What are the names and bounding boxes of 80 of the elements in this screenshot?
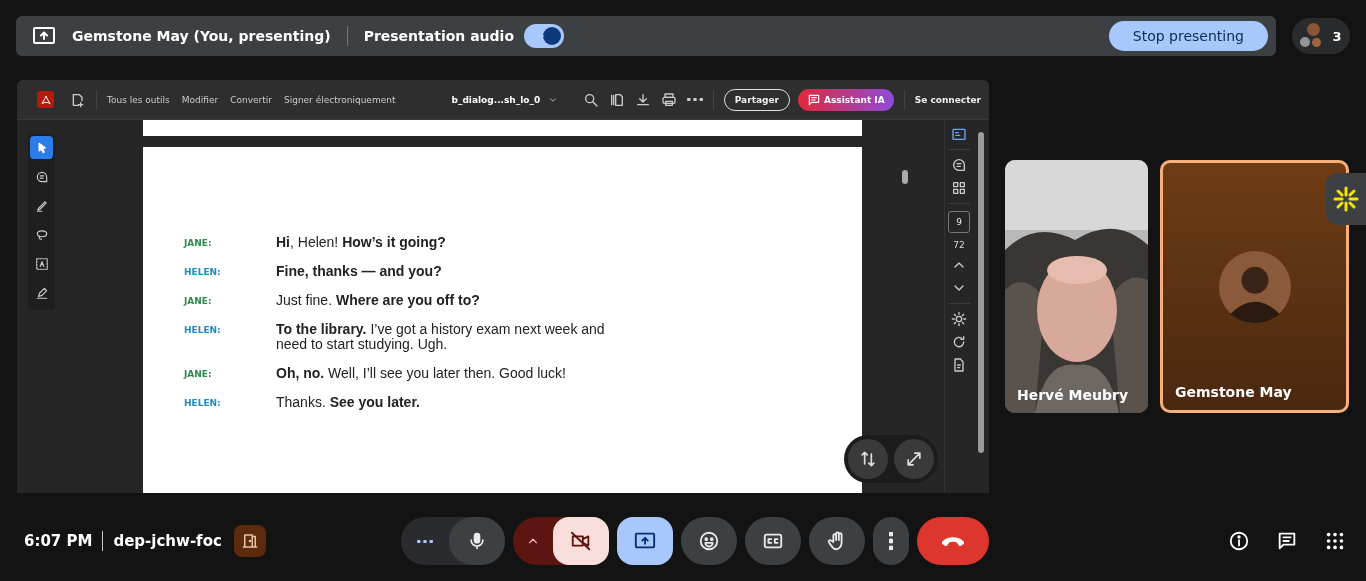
clock-time: 6:07 PM — [24, 532, 93, 550]
rotate-icon — [951, 334, 967, 350]
assistant-button[interactable]: Assistant IA — [798, 88, 894, 111]
sun-icon — [951, 311, 967, 327]
download-icon — [634, 91, 651, 108]
speaker-label: JANE: — [184, 295, 213, 306]
swap-icon — [858, 449, 878, 469]
speaker-label: HELEN: — [184, 397, 222, 408]
file-icon — [951, 357, 967, 373]
raise-hand-button[interactable] — [809, 517, 865, 565]
print-icon — [660, 91, 677, 108]
phone-icon — [942, 536, 964, 546]
dialogue-line: To the library. I’ve got a history exam next week and need to start studying. Ugh. — [276, 322, 606, 352]
more-icon — [686, 98, 703, 101]
scroll-thumb[interactable] — [902, 170, 908, 184]
more-icon — [889, 532, 893, 550]
captions-button[interactable] — [745, 517, 801, 565]
chat-icon — [807, 92, 821, 107]
draw-icon — [34, 198, 49, 213]
file-name[interactable]: b_dialog...sh_lo_0 — [451, 94, 541, 105]
door-button[interactable] — [233, 525, 266, 557]
apps-icon — [1324, 530, 1346, 552]
participants-button[interactable]: 3 — [1292, 18, 1350, 54]
speaker-label: HELEN: — [184, 324, 222, 335]
scrollbar[interactable] — [978, 132, 984, 453]
leave-call-button[interactable] — [917, 517, 989, 565]
page-number-field[interactable]: 9 — [948, 211, 970, 233]
chat-icon — [1276, 530, 1298, 552]
dialogue-line: Fine, thanks — and you? — [276, 264, 443, 279]
reactions-button[interactable] — [681, 517, 737, 565]
audio-toggle[interactable] — [524, 24, 565, 48]
menu-item[interactable]: Tous les outils — [107, 94, 170, 105]
acrobat-logo — [37, 91, 54, 108]
tool-button[interactable] — [30, 136, 53, 159]
camera-button[interactable] — [553, 517, 609, 565]
avatar-icon — [1307, 23, 1321, 36]
menu-item[interactable]: Convertir — [230, 94, 272, 105]
fullscreen-button[interactable] — [894, 439, 934, 479]
comment-icon — [34, 169, 49, 184]
microphone-button[interactable] — [449, 517, 505, 565]
dialogue-line: Oh, no. Well, I’ll see you later then. Good luck! — [276, 366, 567, 381]
lasso-icon — [34, 227, 49, 242]
microphone-icon — [467, 531, 487, 551]
presenter-label: Gemstone May (You, presenting) — [72, 28, 331, 44]
present-button[interactable] — [617, 517, 673, 565]
stop-presenting-button[interactable]: Stop presenting — [1108, 21, 1268, 51]
door-icon — [240, 532, 259, 550]
participant-name: Hervé Meubry — [1017, 387, 1129, 403]
dialogue-line: Thanks. See you later. — [276, 395, 421, 410]
speaker-label: HELEN: — [184, 266, 222, 277]
add-tool-icon — [70, 91, 86, 108]
speaker-label: JANE: — [184, 237, 213, 248]
expand-icon — [904, 449, 924, 469]
participant-name: Gemstone May — [1175, 384, 1292, 400]
speaker-label: JANE: — [184, 368, 213, 379]
dialogue-line: Hi, Helen! How’s it going? — [276, 235, 447, 250]
grid-icon — [951, 180, 967, 196]
audio-label: Presentation audio — [363, 28, 515, 44]
comment-icon — [951, 157, 967, 173]
avatar-icon — [1312, 38, 1322, 47]
avatar-icon — [1300, 37, 1311, 47]
sign-in-link[interactable]: Se connecter — [914, 94, 981, 105]
panel-icon — [951, 126, 967, 142]
meeting-code: dep-jchw-foc — [113, 532, 222, 550]
sparkle-icon — [1333, 186, 1359, 212]
sign-icon — [34, 285, 49, 300]
page-total: 72 — [953, 240, 965, 250]
menu-item[interactable]: Modifier — [181, 94, 219, 105]
more-icon — [417, 539, 433, 543]
sparkle-button[interactable] — [1326, 173, 1366, 225]
menu-item[interactable]: Signer électroniquement — [283, 94, 396, 105]
scroll-mode-button[interactable] — [848, 439, 888, 479]
camera-off-icon — [570, 530, 592, 552]
more-button[interactable] — [873, 517, 909, 565]
emoji-icon — [698, 530, 720, 552]
info-icon — [1228, 530, 1250, 552]
dialogue-line: Just fine. Where are you off to? — [276, 293, 481, 308]
search-icon — [582, 91, 599, 108]
pages-icon — [608, 91, 625, 108]
text-icon — [34, 256, 49, 271]
